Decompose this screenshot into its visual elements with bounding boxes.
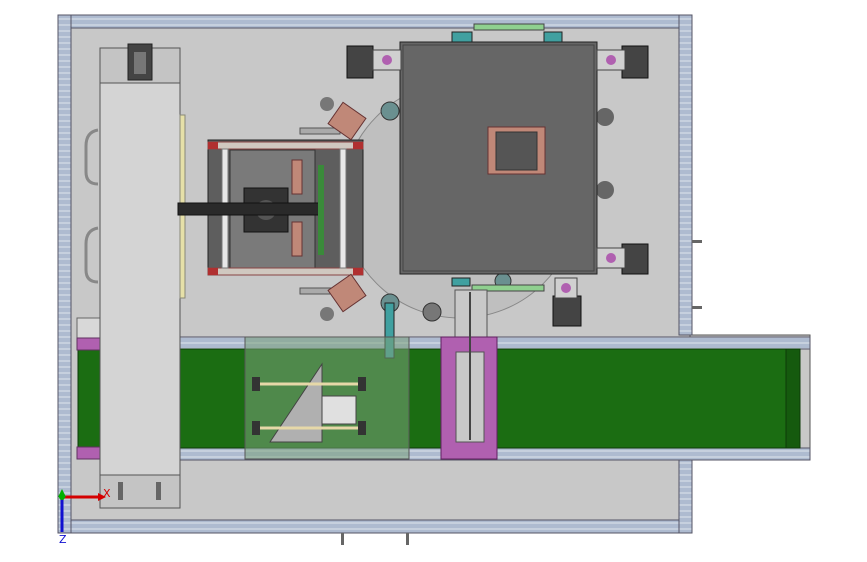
roller-3 [380, 101, 400, 121]
frame-rail-right-lower [678, 457, 693, 534]
gripper-red-tab-1 [208, 142, 218, 149]
roller-7 [596, 108, 614, 126]
assembly-drawing[interactable]: X Z [0, 0, 867, 562]
conveyor-belt [77, 348, 801, 449]
gripper-rod-right [339, 148, 347, 269]
gripper-red-tab-4 [353, 268, 363, 275]
roller-2 [320, 307, 334, 321]
top-cylinder [473, 23, 545, 31]
process-box-window-inner [495, 131, 538, 171]
gripper-red-tab-3 [208, 268, 218, 275]
frame-rail-bottom [57, 519, 693, 534]
gripper-red-tab-2 [353, 142, 363, 149]
stud-bottom-2 [406, 533, 409, 545]
stud-right-2 [692, 306, 702, 309]
jig-clip-1 [252, 377, 260, 391]
bottom-cylinder-mount [451, 277, 471, 287]
gripper-arm [177, 202, 321, 216]
jig-clip-4 [358, 421, 366, 435]
gripper-copper-block-2 [291, 221, 303, 257]
gripper-shaft-top [299, 127, 341, 135]
cad-viewport[interactable]: X Z [0, 0, 867, 562]
conveyor-belt-end [785, 348, 801, 449]
frame-rail-top [57, 14, 693, 29]
slot-left [118, 482, 123, 500]
roller-8 [596, 181, 614, 199]
motor-block-inner [134, 52, 146, 74]
roller-1 [320, 97, 334, 111]
frame-rail-left [57, 14, 72, 534]
triad-z-label: Z [59, 533, 67, 546]
gripper-rail-bottom [207, 267, 364, 276]
left-slide-module [99, 47, 181, 509]
conveyor-end-cap-top [76, 317, 102, 339]
clamp-bottom-center [552, 277, 582, 327]
frame-rail-right [678, 14, 693, 336]
top-cylinder-mount-right [543, 31, 563, 43]
conveyor-end-cap-purple-top [76, 337, 102, 351]
gripper-copper-block-1 [291, 159, 303, 195]
top-cylinder-mount-left [451, 31, 473, 43]
jig-clip-3 [252, 421, 260, 435]
conveyor-end-cap-purple-bottom [76, 446, 102, 460]
slot-right [156, 482, 161, 500]
gripper-green-strip [318, 165, 324, 255]
triad-x-label: X [103, 487, 111, 500]
jig-clip-2 [358, 377, 366, 391]
stud-right-1 [692, 240, 702, 243]
roller-5 [422, 302, 442, 322]
jig-block [321, 395, 357, 425]
left-slide-bottom-block [99, 474, 181, 509]
triad-origin [59, 494, 65, 500]
gripper-rail-top [207, 141, 364, 150]
stud-bottom-1 [341, 533, 344, 545]
